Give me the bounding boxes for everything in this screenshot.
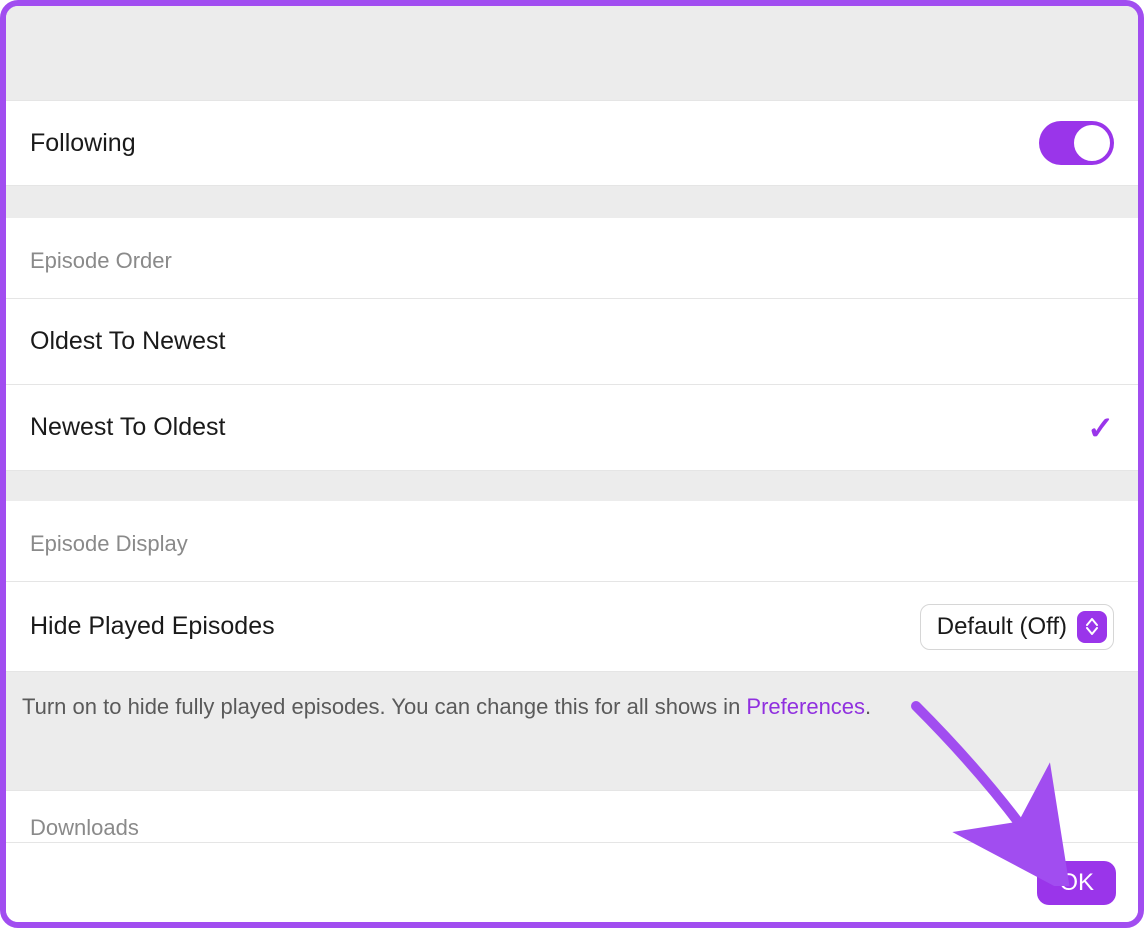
hide-played-label: Hide Played Episodes — [30, 612, 275, 641]
episode-display-header: Episode Display — [6, 501, 1138, 582]
episode-order-option-oldest[interactable]: Oldest To Newest — [6, 299, 1138, 385]
dropdown-value: Default (Off) — [937, 613, 1067, 641]
dropdown-stepper-icon — [1077, 611, 1107, 643]
description-text-prefix: Turn on to hide fully played episodes. Y… — [22, 694, 746, 719]
following-toggle[interactable] — [1039, 121, 1114, 165]
spacer — [6, 471, 1138, 501]
following-row: Following — [6, 100, 1138, 186]
following-label: Following — [30, 129, 136, 158]
hide-played-description: Turn on to hide fully played episodes. Y… — [6, 672, 1138, 790]
footer-bar: OK — [6, 842, 1138, 922]
episode-order-option-newest[interactable]: Newest To Oldest ✓ — [6, 385, 1138, 471]
preferences-link[interactable]: Preferences — [746, 694, 865, 719]
top-spacer — [6, 6, 1138, 100]
settings-panel: Following Episode Order Oldest To Newest… — [0, 0, 1144, 928]
hide-played-dropdown[interactable]: Default (Off) — [920, 604, 1114, 650]
description-text-suffix: . — [865, 694, 871, 719]
option-label: Oldest To Newest — [30, 327, 225, 356]
option-label: Newest To Oldest — [30, 413, 225, 442]
spacer — [6, 186, 1138, 218]
checkmark-icon: ✓ — [1087, 409, 1114, 447]
hide-played-row: Hide Played Episodes Default (Off) — [6, 582, 1138, 672]
ok-button[interactable]: OK — [1037, 861, 1116, 905]
episode-order-header: Episode Order — [6, 218, 1138, 299]
